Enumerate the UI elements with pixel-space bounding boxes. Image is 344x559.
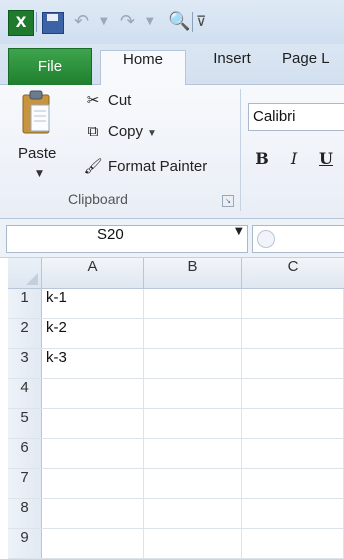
cell-c2[interactable] — [242, 319, 344, 348]
italic-button[interactable]: I — [284, 149, 304, 173]
qat-separator — [36, 12, 37, 32]
cell-b9[interactable] — [144, 529, 242, 558]
cell-c3[interactable] — [242, 349, 344, 378]
bold-button[interactable]: B — [252, 149, 272, 173]
cell-b1[interactable] — [144, 289, 242, 318]
tab-insert[interactable]: Insert — [200, 50, 264, 83]
paste-button[interactable]: Paste ▼ — [14, 89, 64, 197]
row-header[interactable]: 9 — [8, 529, 42, 558]
cell-a7[interactable] — [42, 469, 144, 498]
redo-icon[interactable]: ↷ — [120, 10, 142, 34]
select-all-button[interactable] — [8, 258, 42, 289]
paste-dropdown-icon[interactable]: ▼ — [36, 169, 43, 179]
table-row: 9 — [8, 529, 344, 559]
tab-file[interactable]: File — [8, 48, 92, 85]
undo-dropdown-icon[interactable]: ▼ — [100, 10, 110, 34]
cell-c7[interactable] — [242, 469, 344, 498]
formula-input[interactable] — [252, 225, 344, 253]
table-row: 1 k-1 — [8, 289, 344, 319]
cell-a6[interactable] — [42, 439, 144, 468]
table-row: 4 — [8, 379, 344, 409]
copy-dropdown-icon[interactable]: ▼ — [147, 128, 157, 139]
cell-c5[interactable] — [242, 409, 344, 438]
tab-home[interactable]: Home — [100, 50, 186, 86]
cell-b7[interactable] — [144, 469, 242, 498]
clipboard-icon — [22, 90, 50, 134]
spreadsheet-grid: A B C 1 k-1 2 k-2 3 k-3 4 5 6 7 8 9 — [0, 258, 344, 559]
excel-logo-icon[interactable]: X — [8, 10, 34, 36]
table-row: 3 k-3 — [8, 349, 344, 379]
cell-c8[interactable] — [242, 499, 344, 528]
tab-page-layout[interactable]: Page L — [282, 50, 344, 83]
save-icon[interactable] — [42, 12, 64, 34]
cell-c1[interactable] — [242, 289, 344, 318]
print-preview-icon[interactable]: 🔍 — [168, 10, 190, 34]
row-header[interactable]: 1 — [8, 289, 42, 318]
paste-label: Paste — [18, 145, 57, 162]
cell-a4[interactable] — [42, 379, 144, 408]
format-painter-button[interactable]: 🖌 Format Painter — [82, 157, 207, 185]
copy-button[interactable]: ⧉ Copy ▼ — [82, 123, 157, 151]
quick-access-toolbar: X ↶ ▼ ↷ ▼ 🔍 ⊽ — [0, 0, 344, 44]
column-header-b[interactable]: B — [144, 258, 242, 289]
cell-a1[interactable]: k-1 — [42, 289, 144, 318]
cell-b5[interactable] — [144, 409, 242, 438]
row-header[interactable]: 2 — [8, 319, 42, 348]
formula-handle-icon — [257, 230, 275, 248]
copy-icon: ⧉ — [87, 123, 99, 140]
row-header[interactable]: 6 — [8, 439, 42, 468]
format-painter-icon: 🖌 — [83, 158, 103, 175]
table-row: 6 — [8, 439, 344, 469]
formula-bar: S20 ▼ — [0, 219, 344, 258]
table-row: 2 k-2 — [8, 319, 344, 349]
row-header[interactable]: 7 — [8, 469, 42, 498]
row-header[interactable]: 8 — [8, 499, 42, 528]
column-header-a[interactable]: A — [42, 258, 144, 289]
cut-button[interactable]: ✂ Cut — [82, 91, 132, 119]
cell-a8[interactable] — [42, 499, 144, 528]
cell-c4[interactable] — [242, 379, 344, 408]
table-row: 8 — [8, 499, 344, 529]
redo-dropdown-icon[interactable]: ▼ — [146, 10, 156, 34]
cell-a3[interactable]: k-3 — [42, 349, 144, 378]
column-header-c[interactable]: C — [242, 258, 344, 289]
copy-label: Copy — [108, 123, 144, 140]
row-header[interactable]: 3 — [8, 349, 42, 378]
dialog-launcher-icon[interactable]: ↘ — [222, 195, 234, 207]
clipboard-group-label: Clipboard — [68, 191, 128, 207]
ribbon-tabs: File Home Insert Page L — [0, 44, 344, 86]
cell-a5[interactable] — [42, 409, 144, 438]
undo-icon[interactable]: ↶ — [74, 10, 96, 34]
scissors-icon: ✂ — [86, 92, 100, 109]
cell-a2[interactable]: k-2 — [42, 319, 144, 348]
name-box[interactable]: S20 ▼ — [6, 225, 248, 253]
cut-label: Cut — [108, 92, 132, 109]
font-name-box[interactable]: Calibri — [248, 103, 344, 131]
table-row: 7 — [8, 469, 344, 499]
qat-separator — [192, 12, 193, 32]
cell-c6[interactable] — [242, 439, 344, 468]
cell-b6[interactable] — [144, 439, 242, 468]
cell-b4[interactable] — [144, 379, 242, 408]
row-header[interactable]: 4 — [8, 379, 42, 408]
name-box-dropdown-icon[interactable]: ▼ — [235, 226, 243, 237]
group-divider — [240, 89, 241, 211]
cell-b8[interactable] — [144, 499, 242, 528]
row-header[interactable]: 5 — [8, 409, 42, 438]
cell-b3[interactable] — [144, 349, 242, 378]
cell-b2[interactable] — [144, 319, 242, 348]
name-box-value: S20 — [97, 226, 124, 243]
format-painter-label: Format Painter — [108, 158, 208, 175]
ribbon-home: Paste ▼ ✂ Cut ⧉ Copy ▼ 🖌 Format Painter Clip… — [0, 85, 344, 219]
table-row: 5 — [8, 409, 344, 439]
cell-a9[interactable] — [42, 529, 144, 558]
underline-button[interactable]: U — [316, 149, 336, 173]
customize-qat-icon[interactable]: ⊽ — [196, 10, 220, 34]
cell-c9[interactable] — [242, 529, 344, 558]
